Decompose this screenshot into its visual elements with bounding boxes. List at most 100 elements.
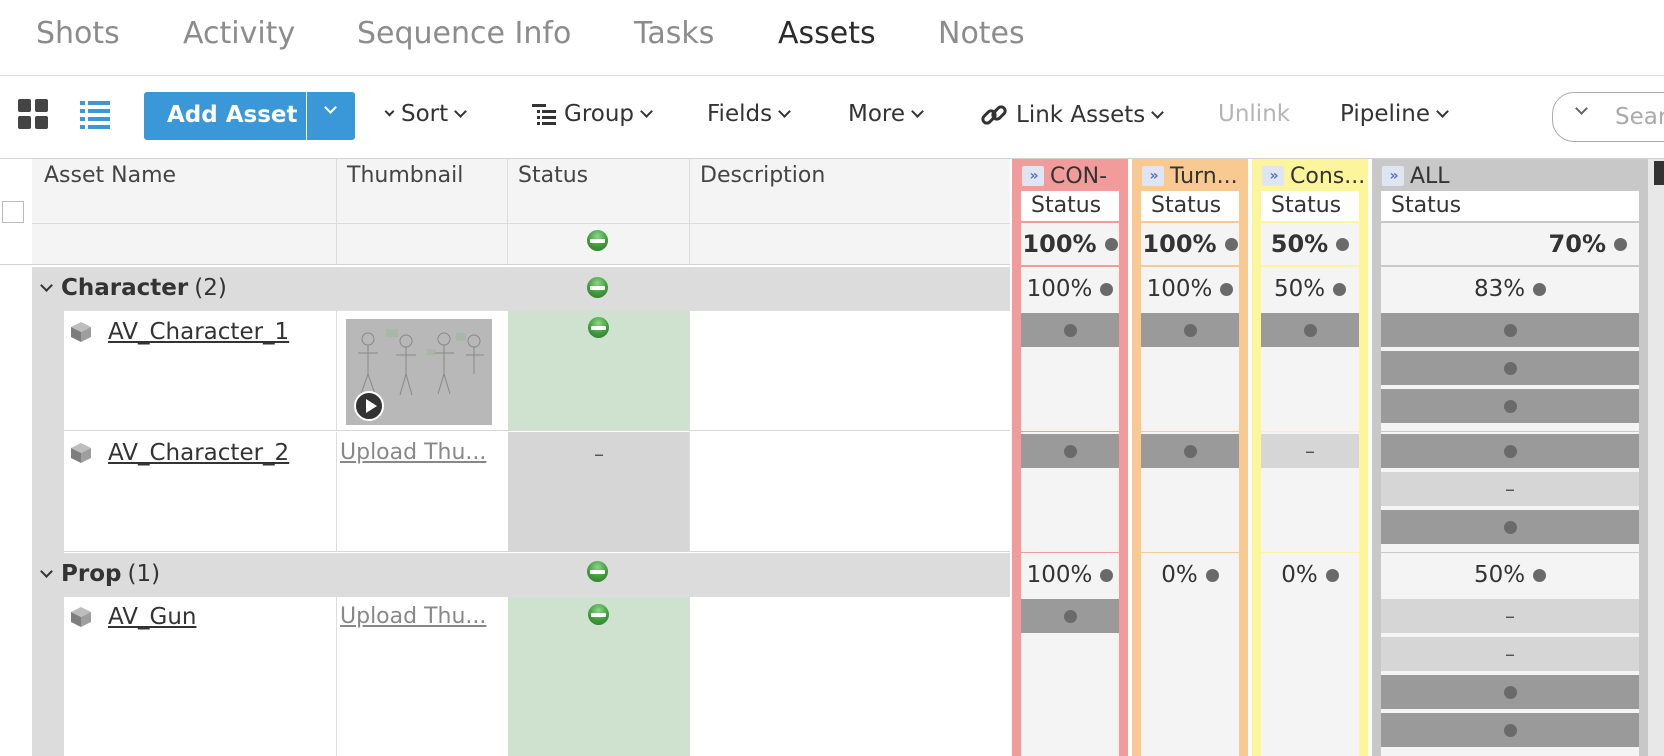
pipeline-summary: 50% xyxy=(1261,223,1359,265)
add-asset-dropdown[interactable] xyxy=(307,92,355,140)
status-dot-icon xyxy=(1183,323,1197,337)
tab-sequence-info[interactable]: Sequence Info xyxy=(357,16,571,51)
asset-name-link[interactable]: AV_Character_2 xyxy=(108,440,289,466)
pipeline-label: CON- xyxy=(1050,163,1108,189)
chevron-down-icon xyxy=(324,101,337,114)
more-button[interactable]: More xyxy=(848,101,924,127)
status-empty: – xyxy=(594,442,604,466)
search-placeholder: Sear xyxy=(1615,104,1664,130)
chevron-down-icon[interactable] xyxy=(40,278,53,292)
add-asset-button[interactable]: Add Asset xyxy=(144,92,306,140)
task-cell[interactable] xyxy=(1141,313,1239,347)
task-cell[interactable] xyxy=(1141,434,1239,468)
select-all-checkbox[interactable] xyxy=(2,201,24,223)
list-view-icon[interactable] xyxy=(80,99,110,129)
group-pct: 50% xyxy=(1381,553,1639,597)
status-dot-icon xyxy=(1063,609,1077,623)
asset-thumbnail[interactable] xyxy=(346,319,492,425)
pipeline-button[interactable]: Pipeline xyxy=(1340,101,1449,127)
pipeline-header-cons[interactable]: » Cons... xyxy=(1252,159,1368,193)
unlink-button[interactable]: Unlink xyxy=(1218,101,1290,127)
asset-name-link[interactable]: AV_Gun xyxy=(108,604,196,630)
task-cell[interactable]: – xyxy=(1381,472,1639,506)
status-icon xyxy=(588,317,609,342)
scrollbar-thumb[interactable] xyxy=(1654,161,1664,185)
pipeline-header-con[interactable]: » CON- xyxy=(1012,159,1128,193)
group-row-character[interactable]: Character (2) xyxy=(32,267,1010,311)
pct-value: 83% xyxy=(1473,276,1526,302)
status-dot-icon xyxy=(1100,568,1114,582)
search-input[interactable]: Sear xyxy=(1552,92,1664,142)
task-cell[interactable] xyxy=(1381,389,1639,423)
status-dot-icon xyxy=(1325,568,1339,582)
task-cell[interactable] xyxy=(1381,351,1639,385)
status-dot-icon xyxy=(1220,282,1234,296)
summary-percent: 100% xyxy=(1142,230,1217,258)
status-dot-icon xyxy=(1533,282,1547,296)
expand-icon[interactable]: » xyxy=(1382,166,1404,186)
status-dot-icon xyxy=(1533,568,1547,582)
pct-value: 50% xyxy=(1273,276,1326,302)
pipeline-header-turn[interactable]: » Turn... xyxy=(1132,159,1248,193)
play-icon[interactable] xyxy=(354,391,384,421)
status-dot-icon xyxy=(1503,520,1517,534)
pipeline-header-all[interactable]: » ALL xyxy=(1372,159,1648,193)
expand-icon[interactable]: » xyxy=(1262,166,1284,186)
status-dot-icon xyxy=(1224,237,1238,251)
expand-icon[interactable]: » xyxy=(1022,166,1044,186)
tab-notes[interactable]: Notes xyxy=(938,16,1025,51)
task-cell[interactable] xyxy=(1021,599,1119,633)
status-dot-icon xyxy=(1503,361,1517,375)
tab-activity[interactable]: Activity xyxy=(183,16,295,51)
grid-view-icon[interactable] xyxy=(18,99,48,129)
status-dot-icon xyxy=(1503,685,1517,699)
fields-button[interactable]: Fields xyxy=(707,101,791,127)
task-cell[interactable] xyxy=(1261,313,1359,347)
summary-status-icon xyxy=(587,230,608,255)
task-cell[interactable]: – xyxy=(1381,637,1639,671)
group-button[interactable]: Group xyxy=(532,101,653,127)
upload-thumbnail-link[interactable]: Upload Thu... xyxy=(340,604,486,629)
column-divider xyxy=(336,432,337,552)
task-cell[interactable] xyxy=(1381,510,1639,544)
task-cell[interactable] xyxy=(1381,675,1639,709)
group-status-icon xyxy=(587,561,608,586)
pct-value: 0% xyxy=(1281,562,1318,588)
column-header-status[interactable]: Status xyxy=(518,163,588,188)
group-name: Character xyxy=(61,275,189,301)
pipeline-status-header[interactable]: Status xyxy=(1021,191,1119,221)
asset-cube-icon xyxy=(71,607,91,627)
task-cell[interactable] xyxy=(1381,434,1639,468)
column-header-asset-name[interactable]: Asset Name xyxy=(44,163,176,188)
column-divider xyxy=(336,311,337,431)
task-cell[interactable] xyxy=(1381,713,1639,747)
group-pct: 100% xyxy=(1021,267,1119,311)
chevron-down-icon xyxy=(911,104,924,118)
tab-bar: Shots Activity Sequence Info Tasks Asset… xyxy=(0,0,1664,76)
group-row-prop[interactable]: Prop (1) xyxy=(32,553,1010,597)
tab-tasks[interactable]: Tasks xyxy=(634,16,714,51)
column-divider xyxy=(689,597,690,756)
upload-thumbnail-link[interactable]: Upload Thu... xyxy=(340,440,486,465)
tab-shots[interactable]: Shots xyxy=(36,16,120,51)
status-dot-icon xyxy=(1333,282,1347,296)
group-pct: 100% xyxy=(1021,553,1119,597)
task-cell[interactable] xyxy=(1381,313,1639,347)
sort-button[interactable]: Sort xyxy=(384,101,468,127)
asset-cube-icon xyxy=(71,322,91,342)
task-cell[interactable]: – xyxy=(1381,599,1639,633)
pipeline-status-header[interactable]: Status xyxy=(1381,191,1639,221)
tab-assets[interactable]: Assets xyxy=(778,16,876,51)
pipeline-status-header[interactable]: Status xyxy=(1261,191,1359,221)
asset-name-link[interactable]: AV_Character_1 xyxy=(108,319,289,345)
column-header-thumbnail[interactable]: Thumbnail xyxy=(347,163,463,188)
chevron-down-icon[interactable] xyxy=(40,564,53,578)
task-cell[interactable]: – xyxy=(1261,434,1359,468)
pipeline-status-header[interactable]: Status xyxy=(1141,191,1239,221)
column-header-description[interactable]: Description xyxy=(700,163,825,188)
link-assets-button[interactable]: Link Assets xyxy=(980,101,1165,129)
expand-icon[interactable]: » xyxy=(1142,166,1164,186)
chevron-down-icon xyxy=(1151,105,1165,119)
task-cell[interactable] xyxy=(1021,434,1119,468)
task-cell[interactable] xyxy=(1021,313,1119,347)
